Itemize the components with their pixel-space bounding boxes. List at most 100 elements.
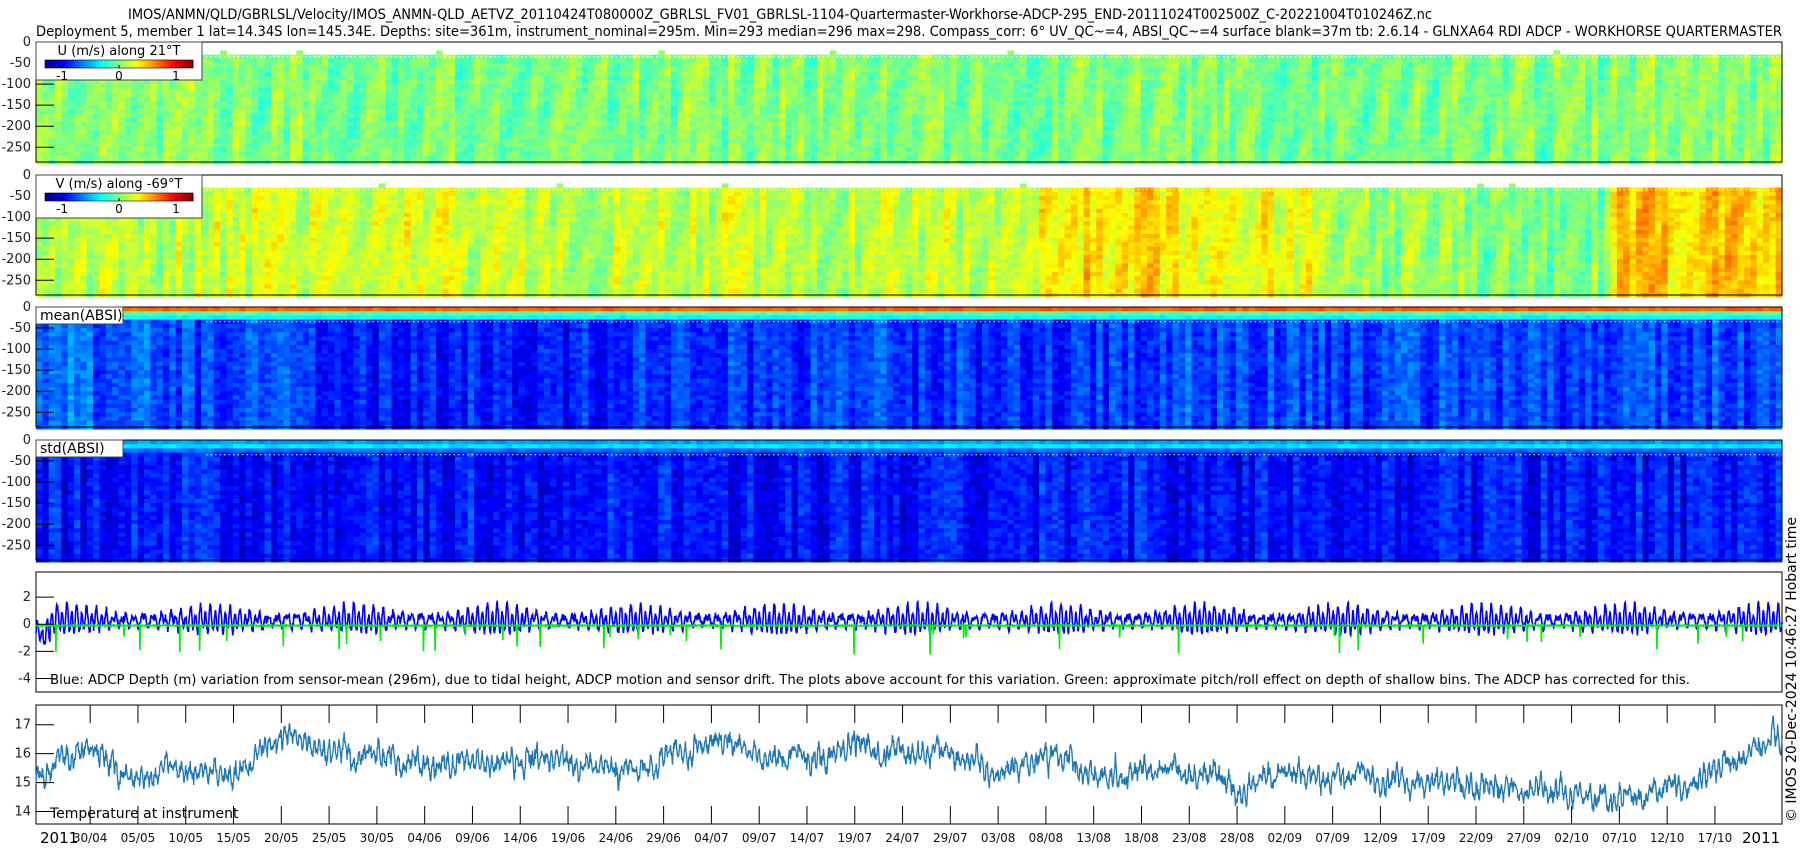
heatmap-cell xyxy=(226,63,234,68)
heatmap-cell xyxy=(1140,151,1148,157)
heatmap-cell xyxy=(1178,143,1186,148)
heatmap-cell xyxy=(1178,122,1186,127)
heatmap-cell xyxy=(372,88,380,93)
heatmap-cell xyxy=(416,143,424,148)
heatmap-cell xyxy=(1172,63,1180,68)
heatmap-cell xyxy=(493,151,500,157)
heatmap-cell xyxy=(816,63,824,68)
heatmap-cell xyxy=(251,117,259,123)
heatmap-cell xyxy=(505,117,513,123)
heatmap-cell xyxy=(1070,134,1078,140)
heatmap-cell xyxy=(835,117,843,123)
heatmap-cell xyxy=(283,54,291,60)
heatmap-cell xyxy=(804,113,811,119)
heatmap-cell xyxy=(721,88,729,93)
heatmap-cell xyxy=(956,117,964,123)
heatmap-cell xyxy=(791,122,799,127)
heatmap-cell xyxy=(309,71,316,77)
heatmap-cell xyxy=(1153,105,1161,110)
heatmap-cell xyxy=(213,96,221,102)
heatmap-cell xyxy=(1147,105,1154,110)
heatmap-cell xyxy=(670,75,678,81)
heatmap-cell xyxy=(283,92,291,98)
heatmap-cell xyxy=(658,96,665,102)
heatmap-cell xyxy=(867,75,875,81)
heatmap-cell xyxy=(372,113,380,119)
heatmap-cell xyxy=(1032,100,1040,106)
heatmap-cell xyxy=(816,130,824,136)
heatmap-cell xyxy=(213,88,221,93)
heatmap-cell xyxy=(975,96,983,102)
heatmap-cell xyxy=(867,105,875,110)
heatmap-cell xyxy=(823,79,831,85)
heatmap-cell xyxy=(1147,143,1154,148)
heatmap-cell xyxy=(1242,151,1250,157)
heatmap-cell xyxy=(1210,151,1218,157)
heatmap-cell xyxy=(531,75,538,81)
heatmap-cell xyxy=(1204,79,1211,85)
heatmap-cell xyxy=(1210,84,1218,89)
heatmap-cell xyxy=(778,92,786,98)
heatmap-cell xyxy=(537,63,545,68)
heatmap-cell xyxy=(1109,126,1116,131)
heatmap-cell xyxy=(67,88,75,93)
heatmap-cell xyxy=(289,134,297,140)
heatmap-cell xyxy=(251,92,259,98)
heatmap-cell xyxy=(1083,122,1091,127)
heatmap-cell xyxy=(137,126,145,131)
heatmap-cell xyxy=(201,88,208,93)
heatmap-cell xyxy=(804,134,811,140)
heatmap-cell xyxy=(880,109,888,114)
heatmap-cell xyxy=(1121,84,1129,89)
heatmap-cell xyxy=(1026,109,1034,114)
heatmap-cell xyxy=(804,117,811,123)
heatmap-cell xyxy=(683,58,691,64)
figure: IMOS/ANMN/QLD/GBRLSL/Velocity/IMOS_ANMN-… xyxy=(1,7,1800,847)
heatmap-cell xyxy=(683,54,691,60)
heatmap-cell xyxy=(855,92,862,98)
heatmap-cell xyxy=(1083,75,1091,81)
heatmap-cell xyxy=(1223,138,1231,144)
heatmap-cell xyxy=(86,155,94,161)
heatmap-cell xyxy=(289,130,297,136)
heatmap-cell xyxy=(315,130,323,136)
heatmap-cell xyxy=(1045,75,1053,81)
heatmap-cell xyxy=(696,134,704,140)
heatmap-cell xyxy=(366,130,373,136)
heatmap-cell xyxy=(385,138,392,144)
heatmap-cell xyxy=(347,126,354,131)
heatmap-cell xyxy=(245,134,253,140)
heatmap-cell xyxy=(397,75,405,81)
heatmap-cell xyxy=(309,109,316,114)
heatmap-cell xyxy=(785,63,792,68)
heatmap-cell xyxy=(201,92,208,98)
heatmap-cell xyxy=(162,143,170,148)
heatmap-cell xyxy=(582,105,589,110)
heatmap-cell xyxy=(677,122,685,127)
heatmap-cell xyxy=(245,122,253,127)
heatmap-cell xyxy=(683,92,691,98)
heatmap-panel-1: 0-50-100-150-200-250U (m/s) along 21°T-1… xyxy=(1,35,1783,165)
heatmap-cell xyxy=(994,117,1002,123)
heatmap-cell xyxy=(442,92,450,98)
heatmap-cell xyxy=(747,138,754,144)
heatmap-cell xyxy=(804,63,811,68)
heatmap-cell xyxy=(1109,58,1116,64)
heatmap-cell xyxy=(1039,113,1046,119)
heatmap-cell xyxy=(975,100,983,106)
heatmap-cell xyxy=(937,130,945,136)
heatmap-cell xyxy=(607,84,615,89)
heatmap-cell xyxy=(582,67,589,72)
heatmap-cell xyxy=(118,92,126,98)
heatmap-cell xyxy=(251,143,259,148)
heatmap-cell xyxy=(747,130,754,136)
heatmap-cell xyxy=(1115,96,1123,102)
heatmap-cell xyxy=(569,122,577,127)
heatmap-cell xyxy=(651,88,659,93)
heatmap-cell xyxy=(480,71,488,77)
heatmap-cell xyxy=(340,138,348,144)
heatmap-cell xyxy=(359,109,367,114)
heatmap-cell xyxy=(899,67,907,72)
heatmap-cell xyxy=(493,67,500,72)
heatmap-cell xyxy=(569,126,577,131)
